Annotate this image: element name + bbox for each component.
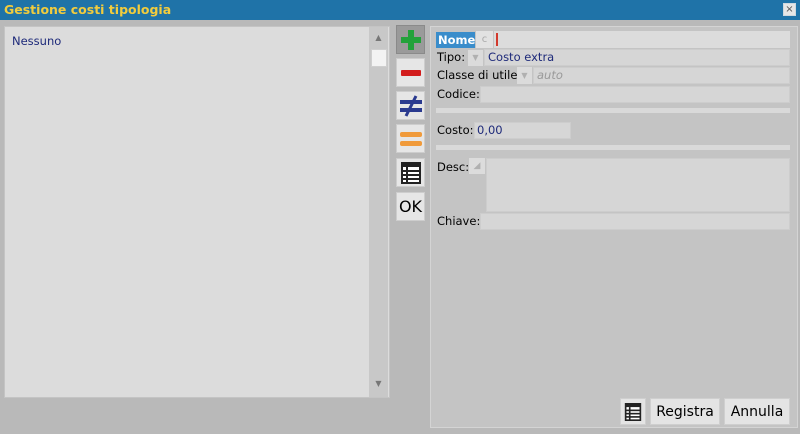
classe-select[interactable] — [533, 67, 790, 84]
minus-icon — [400, 69, 421, 76]
costo-label: Costo: — [437, 123, 474, 137]
desc-expand-icon[interactable]: ◢ — [469, 158, 485, 174]
annulla-button[interactable]: Annulla — [724, 398, 790, 425]
remove-button[interactable] — [396, 58, 425, 87]
chiave-label: Chiave: — [437, 214, 481, 228]
list-panel — [4, 26, 390, 398]
desc-textarea[interactable] — [486, 158, 790, 212]
desc-label: Desc: — [437, 160, 470, 174]
nome-input[interactable] — [494, 31, 790, 48]
list-scrollbar[interactable] — [369, 27, 388, 397]
ok-button[interactable]: OK — [396, 192, 425, 221]
window-title: Gestione costi tipologia — [4, 2, 172, 17]
registra-button[interactable]: Registra — [650, 398, 720, 425]
equal-icon — [399, 131, 422, 146]
not-equal-icon — [399, 94, 422, 117]
table-icon — [624, 402, 642, 421]
nome-prefix: c — [476, 31, 493, 48]
codice-label: Codice: — [437, 87, 480, 101]
equal-button[interactable] — [396, 124, 425, 153]
chiave-input[interactable] — [480, 213, 790, 230]
classe-label: Classe di utile: — [437, 68, 522, 82]
tipo-value: Costo extra — [488, 50, 555, 64]
classe-dropdown-arrow-icon[interactable]: ▼ — [517, 67, 532, 84]
not-equal-button[interactable] — [396, 91, 425, 120]
costo-value: 0,00 — [477, 123, 503, 137]
nome-label: Nome: — [436, 32, 480, 48]
tipo-label: Tipo: — [437, 50, 466, 64]
list-item[interactable]: Nessuno — [12, 34, 61, 48]
classe-value: auto — [537, 68, 563, 82]
divider — [436, 108, 790, 113]
text-cursor — [496, 33, 498, 46]
divider — [436, 145, 790, 150]
table-button[interactable] — [620, 398, 646, 425]
codice-input[interactable] — [480, 86, 790, 103]
close-button[interactable]: × — [783, 3, 796, 16]
table-view-button[interactable] — [396, 158, 425, 187]
scroll-thumb[interactable] — [371, 49, 387, 67]
tipo-dropdown-arrow-icon[interactable]: ▼ — [468, 50, 483, 66]
scroll-down-arrow-icon[interactable]: ▼ — [369, 377, 388, 391]
table-icon — [400, 161, 421, 184]
plus-icon — [400, 29, 421, 50]
scroll-up-arrow-icon[interactable]: ▲ — [369, 31, 388, 45]
add-button[interactable] — [396, 25, 425, 54]
